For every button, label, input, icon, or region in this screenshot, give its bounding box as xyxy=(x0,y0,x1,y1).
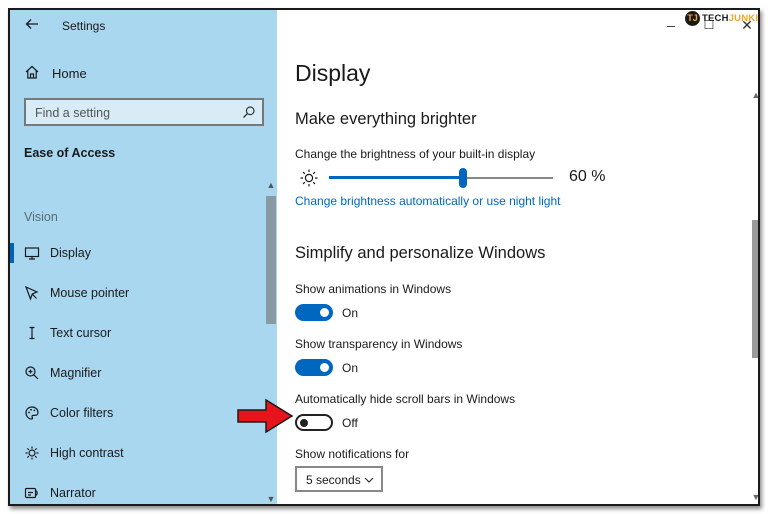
search-placeholder: Find a setting xyxy=(35,106,111,120)
brightness-slider-thumb[interactable] xyxy=(459,168,468,188)
app-title: Settings xyxy=(62,19,106,33)
color-filters-icon xyxy=(24,405,40,421)
close-button[interactable]: ✕ xyxy=(735,16,758,34)
animations-label: Show animations in Windows xyxy=(295,282,452,296)
sidebar-item-magnifier[interactable]: Magnifier xyxy=(10,358,265,388)
magnifier-icon xyxy=(24,365,40,381)
notifications-dropdown[interactable]: 5 seconds xyxy=(295,466,383,492)
brightness-control: 60 % xyxy=(299,166,619,190)
sidebar-scrollbar[interactable]: ▲ ▼ xyxy=(265,180,277,504)
scrollbar-thumb[interactable] xyxy=(266,196,276,324)
transparency-label: Show transparency in Windows xyxy=(295,337,463,351)
monitor-icon xyxy=(24,245,40,261)
sidebar-item-high-contrast[interactable]: High contrast xyxy=(10,438,265,468)
main-scrollbar[interactable]: ▲ ▼ xyxy=(750,90,758,504)
selection-indicator xyxy=(10,243,14,263)
main-content: TJ TECHJUNKIE – ☐ ✕ Display Make everyth… xyxy=(277,10,758,504)
scrollbars-state: Off xyxy=(342,416,358,430)
notifications-label: Show notifications for xyxy=(295,447,410,461)
sidebar-item-narrator[interactable]: Narrator xyxy=(10,478,265,504)
page-title: Display xyxy=(295,60,371,86)
sidebar-item-label: Display xyxy=(50,246,91,260)
sidebar-item-label: Text cursor xyxy=(50,326,112,340)
scroll-down-arrow-icon[interactable]: ▼ xyxy=(266,494,276,504)
brightness-label: Change the brightness of your built-in d… xyxy=(295,147,536,161)
text-cursor-icon xyxy=(24,325,40,341)
scrollbars-toggle[interactable] xyxy=(295,414,333,431)
sidebar-item-mouse-pointer[interactable]: Mouse pointer xyxy=(10,278,265,308)
scroll-up-arrow-icon[interactable]: ▲ xyxy=(266,180,276,190)
sidebar-item-display[interactable]: Display xyxy=(10,238,265,268)
animations-state: On xyxy=(342,306,359,320)
sun-icon xyxy=(299,168,319,188)
scrollbars-label: Automatically hide scroll bars in Window… xyxy=(295,392,516,406)
toggle-knob xyxy=(300,418,308,427)
sidebar-item-label: Magnifier xyxy=(50,366,102,380)
animations-toggle[interactable] xyxy=(295,304,333,321)
transparency-state: On xyxy=(342,361,359,375)
dropdown-value: 5 seconds xyxy=(306,473,361,487)
search-input[interactable]: Find a setting xyxy=(24,98,264,126)
brightness-value: 60 % xyxy=(569,168,606,185)
toggle-knob xyxy=(320,308,329,317)
sidebar-item-label: Mouse pointer xyxy=(50,286,130,300)
scroll-up-arrow-icon[interactable]: ▲ xyxy=(751,90,758,100)
home-nav-item[interactable]: Home xyxy=(24,64,87,81)
transparency-toggle[interactable] xyxy=(295,359,333,376)
brighter-heading: Make everything brighter xyxy=(295,110,477,128)
home-label: Home xyxy=(52,66,87,81)
settings-window: Settings Home Find a setting Ease of Acc… xyxy=(8,8,760,506)
group-label: Vision xyxy=(24,210,58,224)
brightness-slider-fill xyxy=(329,176,464,179)
sidebar-item-label: High contrast xyxy=(50,446,124,460)
simplify-heading: Simplify and personalize Windows xyxy=(295,244,546,262)
scroll-down-arrow-icon[interactable]: ▼ xyxy=(751,492,758,502)
section-heading: Ease of Access xyxy=(24,146,116,160)
maximize-button[interactable]: ☐ xyxy=(697,16,721,34)
sidebar-item-text-cursor[interactable]: Text cursor xyxy=(10,318,265,348)
red-arrow-annotation-icon xyxy=(237,398,294,434)
sidebar-item-label: Color filters xyxy=(50,406,114,420)
sidebar-item-color-filters[interactable]: Color filters xyxy=(10,398,265,428)
home-icon xyxy=(24,64,40,80)
title-bar: Settings xyxy=(10,10,277,40)
mouse-pointer-icon xyxy=(24,285,40,301)
search-icon[interactable] xyxy=(242,105,256,119)
high-contrast-icon xyxy=(24,445,40,461)
chevron-down-icon xyxy=(363,473,375,485)
narrator-icon xyxy=(24,485,40,501)
minimize-button[interactable]: – xyxy=(659,16,683,34)
sidebar-item-label: Narrator xyxy=(50,486,96,500)
back-arrow-icon[interactable] xyxy=(24,16,42,34)
toggle-knob xyxy=(320,363,329,372)
scrollbar-thumb[interactable] xyxy=(752,220,758,358)
night-light-link[interactable]: Change brightness automatically or use n… xyxy=(295,194,561,208)
